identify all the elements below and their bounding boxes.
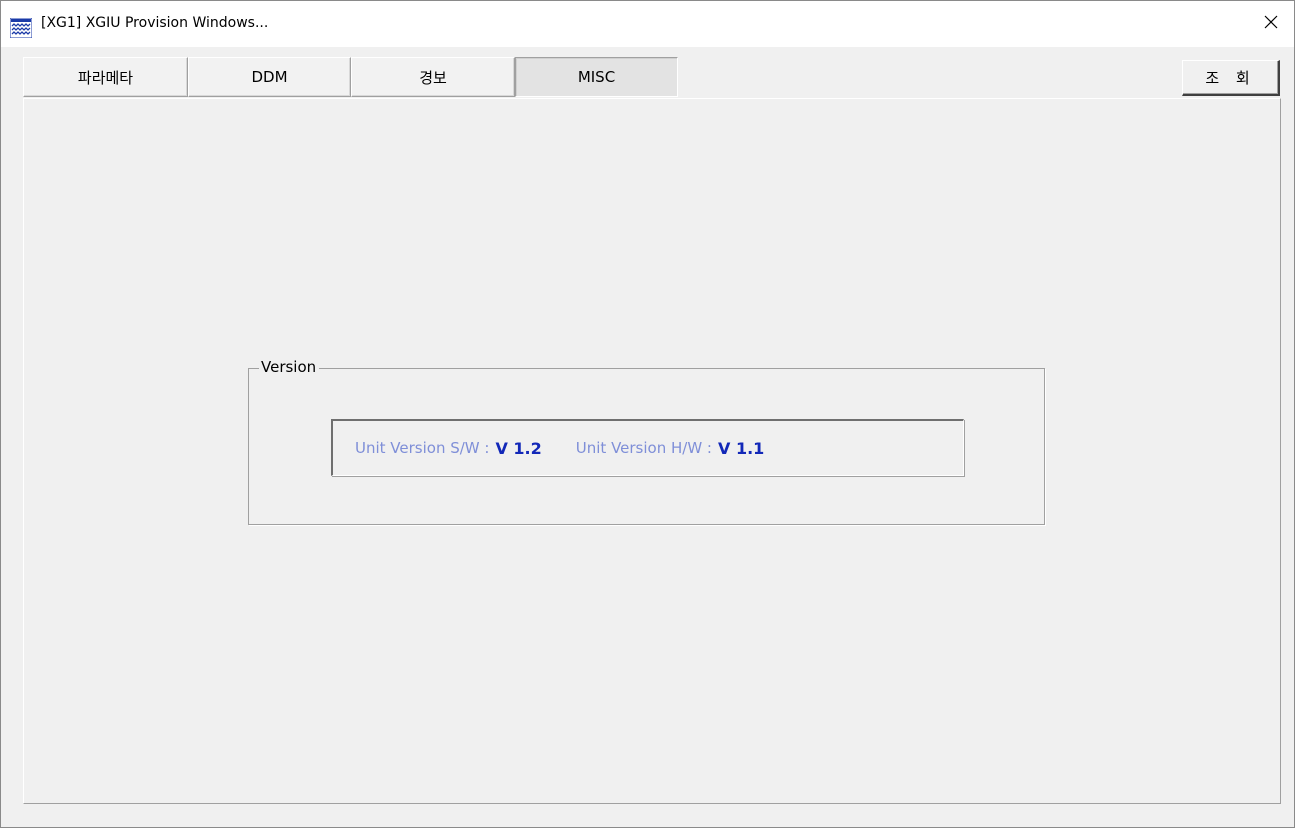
hw-version-value: V 1.1	[717, 438, 765, 458]
query-button[interactable]: 조 회	[1182, 60, 1280, 96]
app-icon	[9, 17, 33, 39]
query-button-label: 조 회	[1205, 69, 1256, 87]
close-button[interactable]	[1248, 1, 1294, 47]
tab-label: 파라메타	[77, 68, 134, 87]
sw-version-label: Unit Version S/W :	[355, 439, 490, 457]
tab-ddm[interactable]: DDM	[188, 57, 351, 97]
version-display: Unit Version S/W : V 1.2 Unit Version H/…	[331, 419, 964, 476]
tab-label: MISC	[577, 68, 616, 86]
provision-window: [XG1] XGIU Provision Windows... 파라메타 DDM…	[0, 0, 1295, 828]
tab-label: DDM	[251, 68, 288, 86]
tab-alarm[interactable]: 경보	[351, 57, 515, 97]
tab-label: 경보	[419, 68, 447, 87]
close-icon	[1264, 15, 1278, 33]
tab-parameter[interactable]: 파라메타	[23, 57, 188, 97]
tab-misc[interactable]: MISC	[515, 57, 678, 97]
window-title: [XG1] XGIU Provision Windows...	[41, 15, 269, 31]
version-groupbox-title: Version	[259, 357, 320, 377]
hw-version-label: Unit Version H/W :	[575, 439, 712, 457]
sw-version-value: V 1.2	[495, 438, 542, 458]
title-bar: [XG1] XGIU Provision Windows...	[1, 1, 1294, 47]
